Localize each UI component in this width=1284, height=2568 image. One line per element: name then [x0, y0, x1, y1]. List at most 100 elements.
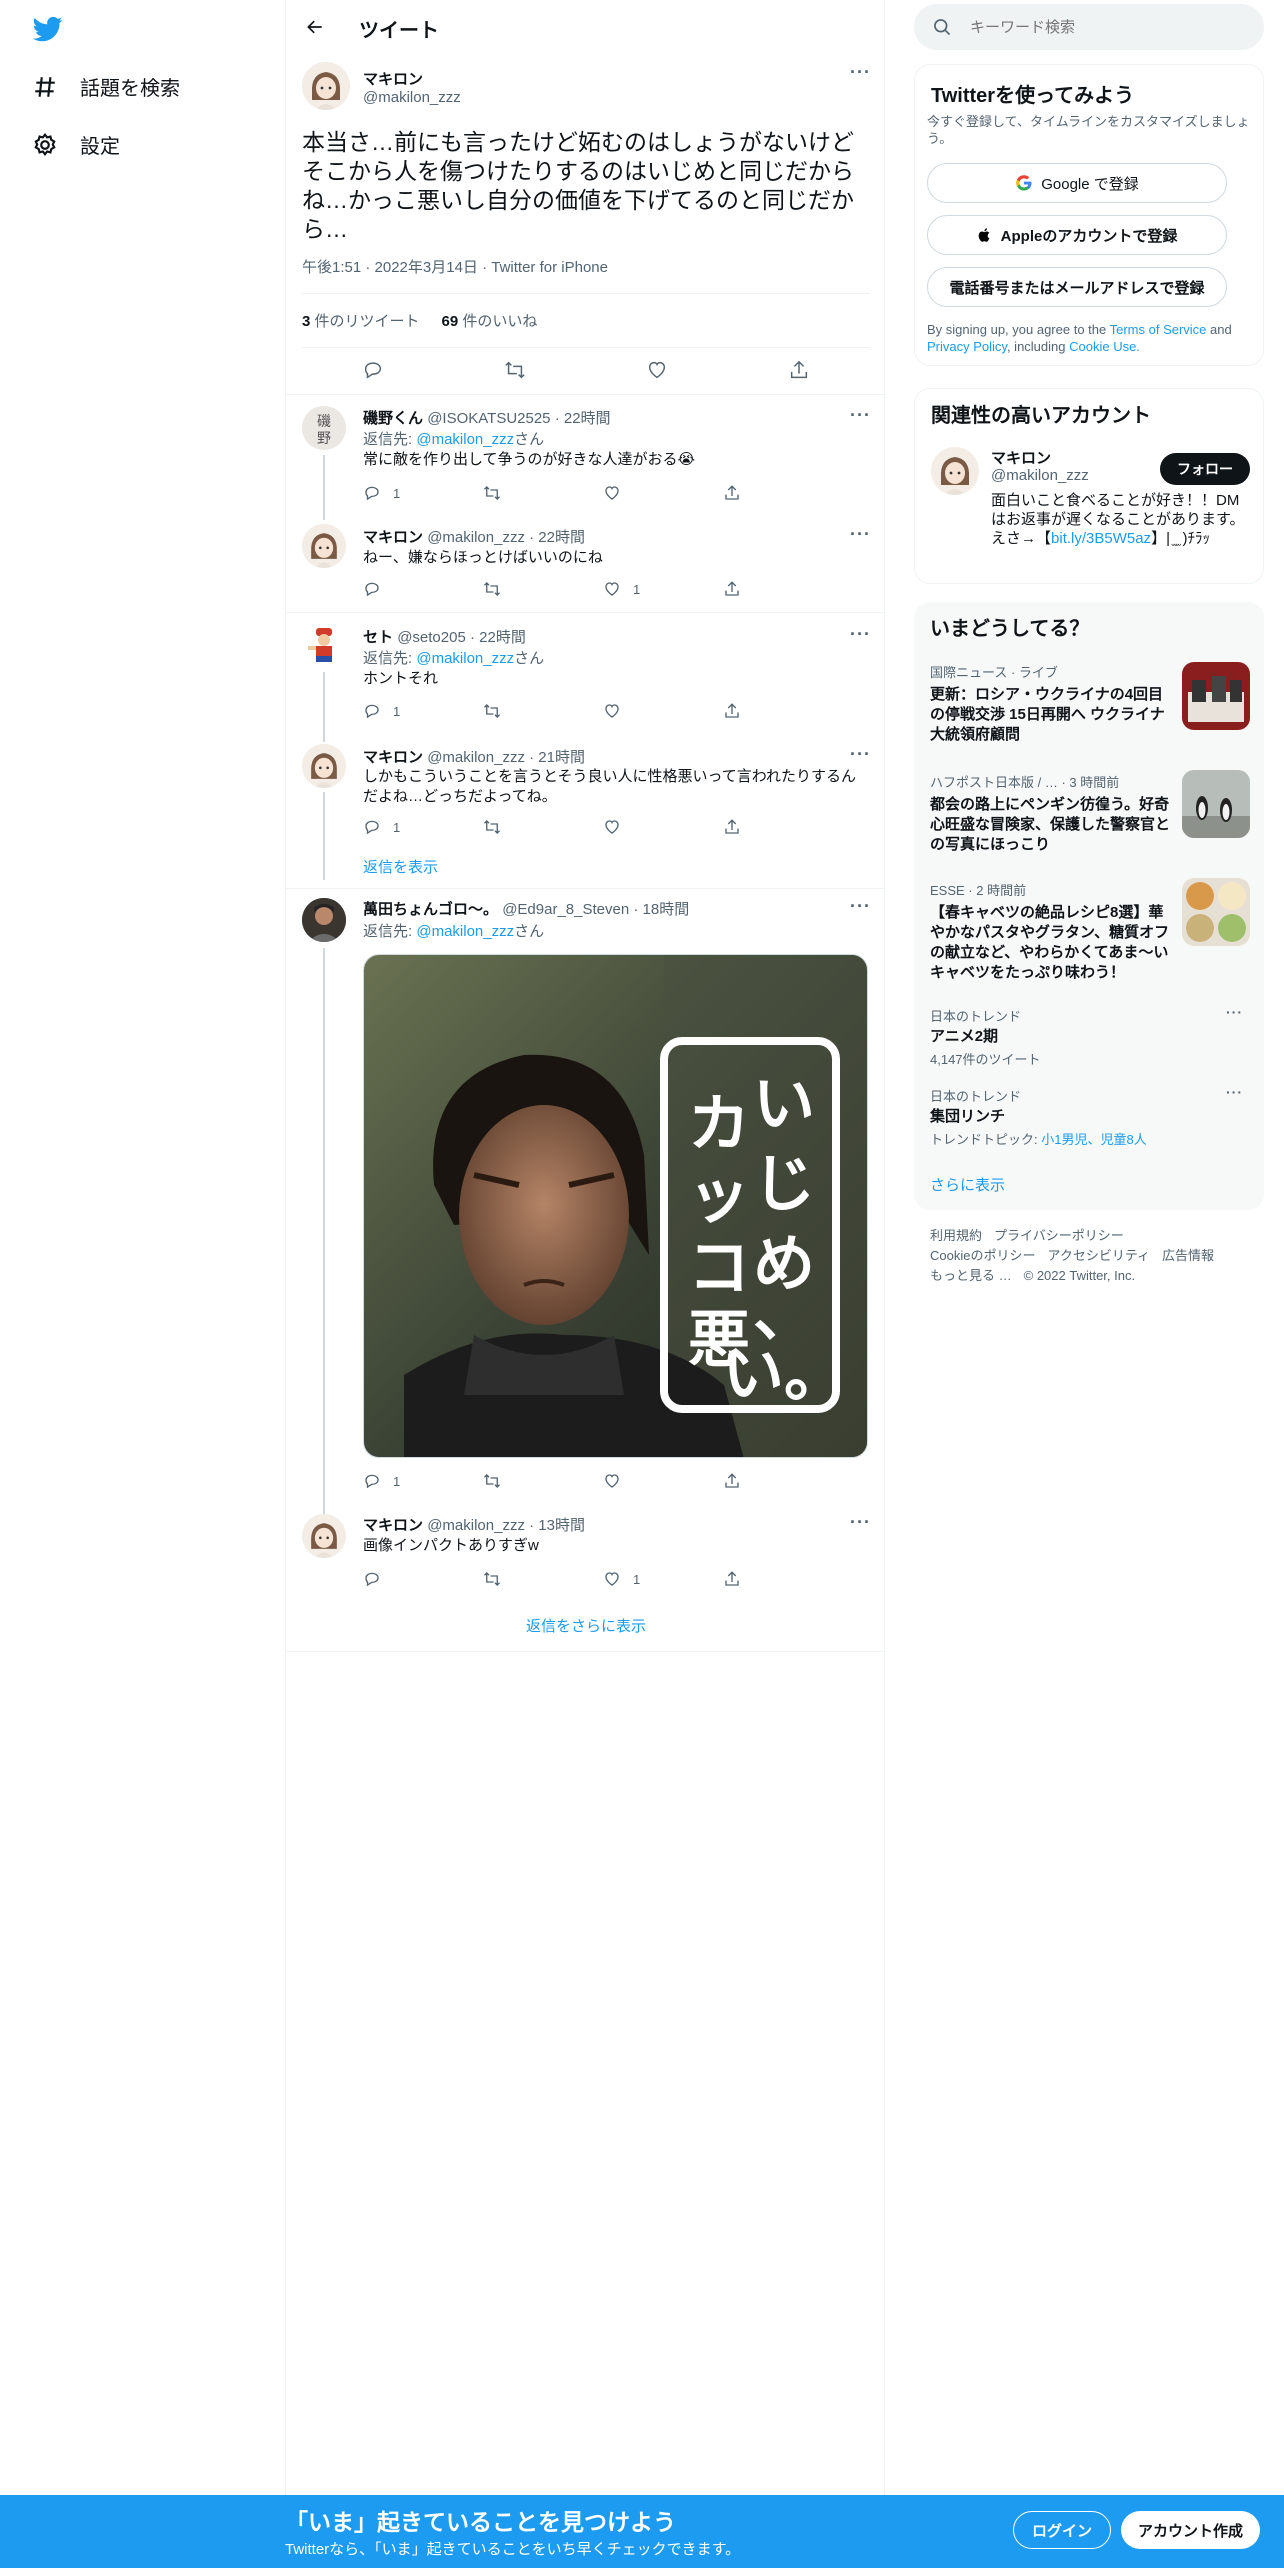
share-button[interactable] [723, 1570, 803, 1588]
trend-topic-link[interactable]: 小1男児、児童8人 [1041, 1132, 1146, 1147]
reply-time[interactable]: · 22時間 [470, 629, 526, 646]
google-signup-button[interactable]: Google で登録 [927, 163, 1227, 203]
footer-link[interactable]: プライバシーポリシー [994, 1228, 1124, 1243]
trend-item[interactable]: 日本のトレンド 集団リンチ トレンドトピック: 小1男児、児童8人 [930, 1086, 1248, 1148]
avatar[interactable] [302, 898, 346, 942]
author-name[interactable]: マキロン [363, 68, 423, 89]
login-button[interactable]: ログイン [1013, 2511, 1111, 2549]
avatar[interactable]: 磯野 [302, 406, 346, 450]
show-more-replies-link[interactable]: 返信をさらに表示 [286, 1600, 886, 1652]
author-handle[interactable]: @makilon_zzz [363, 89, 461, 106]
nav-explore[interactable]: 話題を検索 [32, 72, 180, 101]
nav-settings[interactable]: 設定 [32, 130, 120, 159]
retweet-button[interactable] [483, 818, 563, 836]
more-options-icon[interactable]: ··· [1226, 1084, 1243, 1100]
like-button[interactable] [603, 818, 683, 836]
mention-link[interactable]: @makilon_zzz [416, 650, 514, 667]
footer-link[interactable]: Cookieのポリシー [930, 1248, 1035, 1263]
more-options-icon[interactable]: ··· [850, 744, 871, 765]
tweet-timestamp[interactable]: 午後1:51 · 2022年3月14日 · Twitter for iPhone [302, 256, 608, 277]
like-button[interactable] [603, 1472, 683, 1490]
avatar[interactable] [302, 62, 350, 110]
footer-link[interactable]: もっと見る … [930, 1268, 1012, 1283]
bio-link[interactable]: bit.ly/3B5W5az [1051, 530, 1151, 547]
apple-signup-button[interactable]: Appleのアカウントで登録 [927, 215, 1227, 255]
more-options-icon[interactable]: ··· [850, 405, 871, 426]
avatar[interactable] [302, 1514, 346, 1558]
privacy-link[interactable]: Privacy Policy [927, 339, 1007, 354]
footer-link[interactable]: 利用規約 [930, 1228, 982, 1243]
avatar[interactable] [302, 524, 346, 568]
like-button[interactable] [603, 702, 683, 720]
search-input[interactable] [970, 18, 1230, 36]
author-name[interactable]: 磯野くん [363, 410, 423, 427]
share-icon[interactable] [788, 359, 810, 381]
news-thumbnail[interactable] [1182, 662, 1250, 730]
share-button[interactable] [723, 818, 803, 836]
account-name[interactable]: マキロン [991, 447, 1051, 468]
news-thumbnail[interactable] [1182, 770, 1250, 838]
avatar[interactable] [302, 744, 346, 788]
news-thumbnail[interactable] [1182, 878, 1250, 946]
author-handle[interactable]: @makilon_zzz [427, 1517, 525, 1534]
reply-time[interactable]: · 18時間 [633, 901, 689, 918]
reply-button[interactable]: 1 [363, 484, 443, 502]
show-replies-link[interactable]: 返信を表示 [363, 856, 438, 877]
reply-button[interactable]: 1 [363, 818, 443, 836]
retweet-icon[interactable] [504, 359, 526, 381]
author-name[interactable]: マキロン [363, 1517, 423, 1534]
search-box[interactable] [914, 4, 1264, 50]
tweet-image[interactable]: い じ め 、 カ ッ コ 悪 い。 [363, 954, 868, 1458]
back-arrow-icon[interactable] [300, 12, 330, 42]
reply-button[interactable]: 1 [363, 1472, 443, 1490]
author-name[interactable]: マキロン [363, 749, 423, 766]
author-handle[interactable]: @Ed9ar_8_Steven [502, 901, 629, 918]
mention-link[interactable]: @makilon_zzz [416, 431, 514, 448]
like-stat[interactable]: 69 件のいいね [442, 310, 538, 331]
more-options-icon[interactable]: ··· [850, 1512, 871, 1533]
author-handle[interactable]: @ISOKATSU2525 [427, 410, 550, 427]
retweet-button[interactable] [483, 484, 563, 502]
share-button[interactable] [723, 484, 803, 502]
retweet-button[interactable] [483, 1472, 563, 1490]
follow-button[interactable]: フォロー [1160, 453, 1250, 485]
footer-link[interactable]: アクセシビリティ [1047, 1248, 1150, 1263]
avatar[interactable] [302, 624, 346, 668]
author-name[interactable]: 萬田ちょんゴロ〜。 [363, 901, 498, 918]
retweet-stat[interactable]: 3 件のリツイート [302, 310, 420, 331]
retweet-button[interactable] [483, 580, 563, 598]
create-account-button[interactable]: アカウント作成 [1121, 2511, 1260, 2549]
reply-button[interactable]: 1 [363, 702, 443, 720]
mention-link[interactable]: @makilon_zzz [416, 923, 514, 940]
reply-icon[interactable] [362, 359, 384, 381]
account-handle[interactable]: @makilon_zzz [991, 467, 1089, 484]
more-options-icon[interactable]: ··· [850, 62, 871, 83]
show-more-trends-link[interactable]: さらに表示 [930, 1174, 1005, 1195]
like-icon[interactable] [646, 359, 668, 381]
author-handle[interactable]: @makilon_zzz [427, 749, 525, 766]
reply-time[interactable]: · 22時間 [529, 529, 585, 546]
share-button[interactable] [723, 1472, 803, 1490]
more-options-icon[interactable]: ··· [850, 524, 871, 545]
phone-email-signup-button[interactable]: 電話番号またはメールアドレスで登録 [927, 267, 1227, 307]
terms-link[interactable]: Terms of Service [1110, 322, 1207, 337]
author-name[interactable]: セト [363, 629, 393, 646]
author-name[interactable]: マキロン [363, 529, 423, 546]
reply-button[interactable] [363, 580, 443, 598]
retweet-button[interactable] [483, 702, 563, 720]
share-button[interactable] [723, 702, 803, 720]
retweet-button[interactable] [483, 1570, 563, 1588]
like-button[interactable]: 1 [603, 580, 683, 598]
author-handle[interactable]: @seto205 [397, 629, 466, 646]
more-options-icon[interactable]: ··· [850, 624, 871, 645]
author-handle[interactable]: @makilon_zzz [427, 529, 525, 546]
reply-time[interactable]: · 21時間 [529, 749, 585, 766]
cookie-link[interactable]: Cookie Use. [1069, 339, 1140, 354]
share-button[interactable] [723, 580, 803, 598]
reply-button[interactable] [363, 1570, 443, 1588]
avatar[interactable] [931, 447, 979, 495]
reply-time[interactable]: · 13時間 [529, 1517, 585, 1534]
reply-time[interactable]: · 22時間 [555, 410, 611, 427]
more-options-icon[interactable]: ··· [850, 896, 871, 917]
twitter-logo-icon[interactable] [32, 14, 64, 44]
